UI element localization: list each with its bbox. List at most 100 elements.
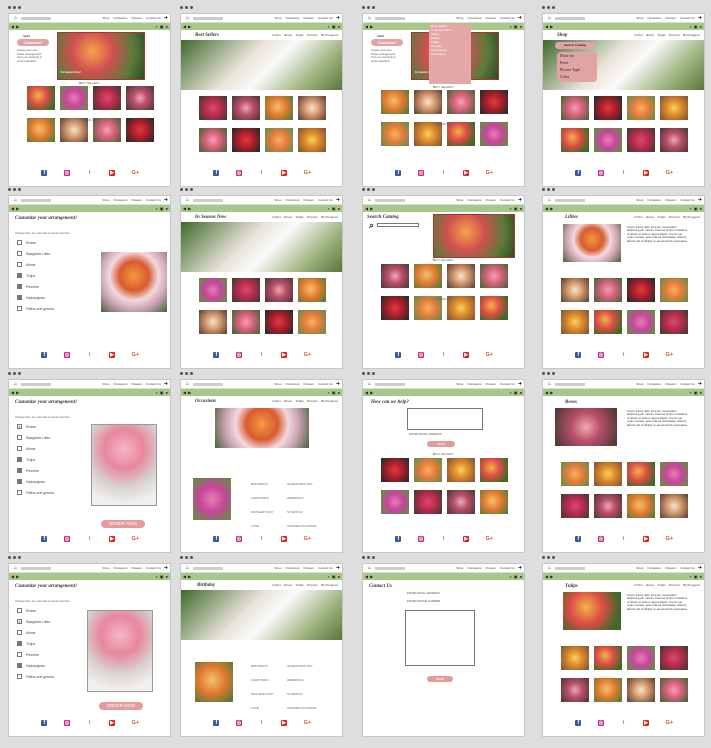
category-link[interactable]: Hydrangeas	[683, 215, 700, 219]
product-tile[interactable]	[298, 278, 326, 302]
facebook-icon[interactable]: f	[395, 170, 402, 176]
back-icon[interactable]: ◀	[365, 390, 368, 395]
facebook-icon[interactable]: f	[41, 536, 48, 542]
checkbox[interactable]: x	[17, 619, 22, 624]
home-icon[interactable]: ⌂	[368, 381, 371, 387]
product-tile[interactable]	[660, 462, 688, 486]
cart-icon[interactable]: ▣	[160, 390, 164, 395]
product-tile[interactable]	[199, 128, 227, 152]
category-link[interactable]: Peonies	[307, 215, 318, 219]
twitter-icon[interactable]: t	[86, 170, 92, 176]
back-icon[interactable]: ◀	[545, 574, 548, 579]
nav-shop[interactable]: Shop	[102, 198, 109, 202]
nav-shop[interactable]: Shop	[456, 382, 463, 386]
occasion-link[interactable]: SYMPATHY	[287, 692, 303, 696]
twitter-icon[interactable]: t	[86, 720, 92, 726]
flower-checkbox-row[interactable]: Peonies	[17, 652, 39, 657]
facebook-icon[interactable]: f	[41, 352, 48, 358]
checkbox[interactable]	[17, 479, 22, 484]
product-tile[interactable]	[414, 490, 442, 514]
nav-flowers[interactable]: Flowers	[485, 198, 496, 202]
product-tile[interactable]	[480, 490, 508, 514]
checkbox[interactable]	[17, 630, 22, 635]
occasion-link[interactable]: SYMPATHY	[287, 510, 303, 514]
search-icon[interactable]: ⌕	[510, 206, 512, 211]
nav-flowers[interactable]: Flowers	[665, 16, 676, 20]
nav-flowers[interactable]: Flowers	[131, 566, 142, 570]
google-plus-icon[interactable]: G+	[132, 536, 140, 542]
occasion-link[interactable]: BIRTHDAYS	[251, 664, 268, 668]
product-tile[interactable]	[627, 494, 655, 518]
nav-shop[interactable]: Shop	[102, 16, 109, 20]
nav-shop[interactable]: Shop	[102, 566, 109, 570]
nav-occasions[interactable]: Occasions	[113, 16, 127, 20]
product-tile[interactable]	[265, 310, 293, 334]
category-link[interactable]: Roses	[284, 399, 292, 403]
youtube-icon[interactable]: ▶	[281, 170, 288, 176]
twitter-icon[interactable]: t	[620, 536, 626, 542]
nav-contact[interactable]: Contact Us	[500, 16, 515, 20]
instagram-icon[interactable]: ◎	[235, 352, 242, 358]
google-plus-icon[interactable]: G+	[486, 536, 494, 542]
checkbox[interactable]	[17, 262, 22, 267]
user-icon[interactable]: ●	[338, 206, 340, 211]
product-tile[interactable]	[232, 128, 260, 152]
twitter-icon[interactable]: t	[620, 720, 626, 726]
product-tile[interactable]	[627, 310, 655, 334]
flower-checkbox-row[interactable]: Tulips	[17, 641, 35, 646]
twitter-icon[interactable]: t	[440, 170, 446, 176]
product-tile[interactable]	[126, 86, 154, 110]
youtube-icon[interactable]: ▶	[463, 352, 470, 358]
category-link[interactable]: Lillies	[272, 399, 281, 403]
nav-occasions[interactable]: Occasions	[285, 198, 299, 202]
forward-icon[interactable]: ▶	[188, 24, 191, 29]
search-input[interactable]	[377, 223, 419, 227]
nav-shop[interactable]: Shop	[636, 566, 643, 570]
back-icon[interactable]: ◀	[545, 390, 548, 395]
category-link[interactable]: Roses	[646, 33, 654, 37]
nav-contact[interactable]: Contact Us	[318, 198, 333, 202]
arrow-right-icon[interactable]: ➜	[698, 565, 702, 571]
cart-icon[interactable]: ▣	[332, 206, 336, 211]
cart-icon[interactable]: ▣	[160, 574, 164, 579]
checkbox[interactable]	[17, 641, 22, 646]
home-icon[interactable]: ⌂	[548, 565, 551, 571]
product-tile[interactable]	[414, 458, 442, 482]
back-icon[interactable]: ◀	[365, 206, 368, 211]
category-link[interactable]: Roses	[284, 215, 292, 219]
product-tile[interactable]	[93, 86, 121, 110]
google-plus-icon[interactable]: G+	[304, 536, 312, 542]
occasion-link[interactable]: LOVE	[251, 706, 259, 710]
youtube-icon[interactable]: ▶	[109, 170, 116, 176]
occasion-link[interactable]: BIRTHDAYS	[251, 482, 268, 486]
search-icon[interactable]: ⌕	[156, 574, 158, 579]
user-icon[interactable]: ●	[700, 24, 702, 29]
home-icon[interactable]: ⌂	[186, 197, 189, 203]
nav-shop[interactable]: Shop	[274, 566, 281, 570]
product-tile[interactable]	[561, 128, 589, 152]
back-icon[interactable]: ◀	[11, 574, 14, 579]
search-icon[interactable]: ⌕	[328, 24, 330, 29]
forward-icon[interactable]: ▶	[370, 390, 373, 395]
product-tile[interactable]	[627, 96, 655, 120]
search-catalog-button[interactable]: Search Catalog	[555, 42, 595, 49]
forward-icon[interactable]: ▶	[188, 574, 191, 579]
product-tile[interactable]	[627, 462, 655, 486]
product-tile[interactable]	[60, 86, 88, 110]
product-tile[interactable]	[627, 128, 655, 152]
nav-contact[interactable]: Contact Us	[500, 198, 515, 202]
google-plus-icon[interactable]: G+	[666, 536, 674, 542]
flower-checkbox-row[interactable]: Peonies	[17, 468, 39, 473]
product-tile[interactable]	[561, 96, 589, 120]
user-icon[interactable]: ●	[520, 574, 522, 579]
nav-occasions[interactable]: Occasions	[467, 382, 481, 386]
checkbox[interactable]	[17, 457, 22, 462]
user-icon[interactable]: ●	[338, 390, 340, 395]
product-tile[interactable]	[660, 678, 688, 702]
occasion-link[interactable]: WEDDINGS	[287, 496, 304, 500]
arrow-right-icon[interactable]: ➜	[698, 381, 702, 387]
home-icon[interactable]: ⌂	[14, 15, 17, 21]
forward-icon[interactable]: ▶	[550, 206, 553, 211]
product-tile[interactable]	[660, 494, 688, 518]
category-link[interactable]: Tulips	[657, 215, 666, 219]
